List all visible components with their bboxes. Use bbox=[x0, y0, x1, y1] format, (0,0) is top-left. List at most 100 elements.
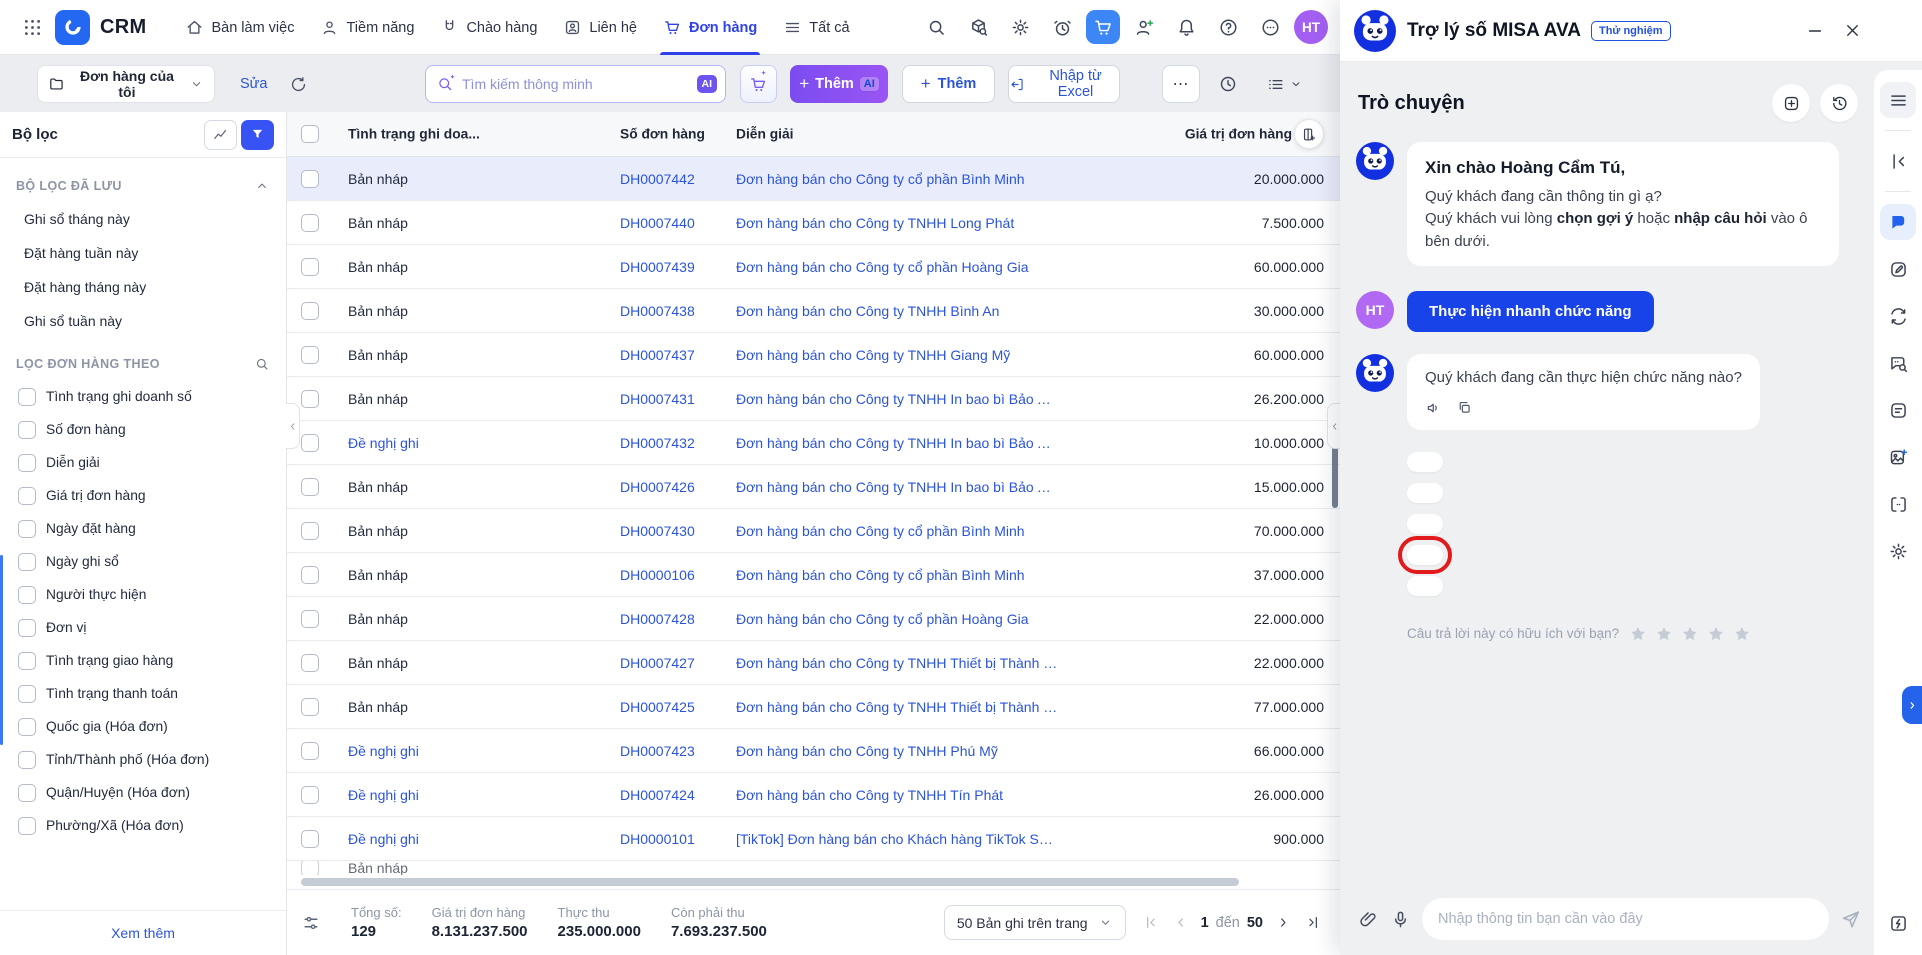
filter-checkbox[interactable] bbox=[18, 619, 36, 637]
rail-chat-search-button[interactable] bbox=[1880, 345, 1916, 381]
table-row[interactable]: Bản nháp DH0007427 Đơn hàng bán cho Công… bbox=[287, 641, 1340, 685]
rating-star[interactable] bbox=[1732, 624, 1752, 644]
add-user-icon[interactable] bbox=[1126, 9, 1162, 45]
rail-translate-button[interactable] bbox=[1880, 298, 1916, 334]
order-number-link[interactable]: DH0007437 bbox=[620, 347, 695, 363]
filter-option[interactable]: Quận/Huyện (Hóa đơn) bbox=[0, 776, 286, 809]
order-number-link[interactable]: DH0007432 bbox=[620, 435, 695, 451]
table-row[interactable]: Bản nháp DH0007439 Đơn hàng bán cho Công… bbox=[287, 245, 1340, 289]
filter-view-toggle[interactable] bbox=[241, 120, 274, 150]
order-number-link[interactable]: DH0000101 bbox=[620, 831, 695, 847]
chat-input-field[interactable] bbox=[1422, 898, 1829, 940]
add-button[interactable]: + Thêm bbox=[902, 65, 995, 103]
filter-option[interactable]: Quốc gia (Hóa đơn) bbox=[0, 710, 286, 743]
saved-filters-section[interactable]: BỘ LỌC ĐÃ LƯU bbox=[0, 168, 286, 202]
table-horizontal-scrollbar[interactable] bbox=[287, 875, 1340, 890]
order-number-link[interactable]: DH0007426 bbox=[620, 479, 695, 495]
order-description-link[interactable]: Đơn hàng bán cho Công ty TNHH Thiết bị T… bbox=[736, 655, 1060, 671]
rating-star[interactable] bbox=[1706, 624, 1726, 644]
order-number-link[interactable]: DH0007425 bbox=[620, 699, 695, 715]
table-row[interactable]: Đề nghị ghi DH0007432 Đơn hàng bán cho C… bbox=[287, 421, 1340, 465]
filter-option[interactable]: Tình trạng thanh toán bbox=[0, 677, 286, 710]
notifications-icon[interactable] bbox=[1168, 9, 1204, 45]
table-row[interactable]: Bản nháp DH0007442 Đơn hàng bán cho Công… bbox=[287, 157, 1340, 201]
row-checkbox[interactable] bbox=[301, 698, 319, 716]
filter-checkbox[interactable] bbox=[18, 454, 36, 472]
filter-option[interactable]: Người thực hiện bbox=[0, 578, 286, 611]
minimize-icon[interactable] bbox=[1805, 21, 1825, 41]
copy-icon[interactable] bbox=[1456, 399, 1473, 417]
order-number-link[interactable]: DH0007424 bbox=[620, 787, 695, 803]
column-description[interactable]: Diễn giải bbox=[736, 127, 794, 142]
order-description-link[interactable]: Đơn hàng bán cho Công ty TNHH Bình An bbox=[736, 303, 1060, 319]
chat-history-button[interactable] bbox=[1820, 84, 1858, 122]
misa-crm-logo[interactable] bbox=[55, 10, 90, 45]
table-row[interactable]: Bản nháp DH0007440 Đơn hàng bán cho Công… bbox=[287, 201, 1340, 245]
rail-notes-button[interactable] bbox=[1880, 392, 1916, 428]
rail-menu-button[interactable] bbox=[1880, 82, 1916, 118]
chat-input[interactable] bbox=[1438, 911, 1813, 927]
nav-item-home[interactable]: Bàn làm việc bbox=[172, 0, 307, 55]
row-checkbox[interactable] bbox=[301, 478, 319, 496]
product-lookup-icon[interactable] bbox=[960, 9, 996, 45]
order-description-link[interactable]: Đơn hàng bán cho Công ty TNHH Thiết bị T… bbox=[736, 699, 1060, 715]
order-description-link[interactable]: Đơn hàng bán cho Công ty TNHH Long Phát bbox=[736, 215, 1060, 231]
summary-settings-icon[interactable] bbox=[301, 913, 321, 933]
order-description-link[interactable]: Đơn hàng bán cho Công ty TNHH Phú Mỹ bbox=[736, 743, 1060, 759]
order-number-link[interactable]: DH0007439 bbox=[620, 259, 695, 275]
table-row[interactable]: Bản nháp DH0007428 Đơn hàng bán cho Công… bbox=[287, 597, 1340, 641]
rail-quick-form-button[interactable] bbox=[1880, 905, 1916, 941]
user-avatar[interactable]: HT bbox=[1294, 10, 1328, 44]
row-checkbox[interactable] bbox=[301, 434, 319, 452]
filter-option[interactable]: Phường/Xã (Hóa đơn) bbox=[0, 809, 286, 842]
filter-checkbox[interactable] bbox=[18, 553, 36, 571]
edit-view-link[interactable]: Sửa bbox=[240, 65, 267, 103]
scrollbar-thumb[interactable] bbox=[301, 878, 1239, 886]
filter-option[interactable]: Tỉnh/Thành phố (Hóa đơn) bbox=[0, 743, 286, 776]
recent-history-button[interactable] bbox=[1211, 65, 1245, 103]
reminder-icon[interactable] bbox=[1044, 9, 1080, 45]
attach-icon[interactable] bbox=[1358, 909, 1379, 930]
order-description-link[interactable]: Đơn hàng bán cho Công ty TNHH In bao bì … bbox=[736, 479, 1060, 495]
order-description-link[interactable]: Đơn hàng bán cho Công ty TNHH Tín Phát bbox=[736, 787, 1060, 803]
filter-option[interactable]: Đơn vị bbox=[0, 611, 286, 644]
filter-checkbox[interactable] bbox=[18, 718, 36, 736]
order-description-link[interactable]: Đơn hàng bán cho Công ty TNHH In bao bì … bbox=[736, 391, 1060, 407]
column-status[interactable]: Tình trạng ghi doa... bbox=[348, 127, 480, 142]
suggestion-chip[interactable] bbox=[1407, 576, 1443, 596]
order-number-link[interactable]: DH0007430 bbox=[620, 523, 695, 539]
nav-item-cart[interactable]: Đơn hàng bbox=[650, 0, 770, 55]
filter-option[interactable]: Tình trạng ghi doanh số bbox=[0, 380, 286, 413]
search-icon[interactable] bbox=[254, 356, 270, 372]
order-description-link[interactable]: Đơn hàng bán cho Công ty cổ phần Hoàng G… bbox=[736, 611, 1060, 627]
filter-option[interactable]: Diễn giải bbox=[0, 446, 286, 479]
row-checkbox[interactable] bbox=[301, 610, 319, 628]
row-checkbox[interactable] bbox=[301, 258, 319, 276]
settings-icon[interactable] bbox=[1002, 9, 1038, 45]
row-checkbox[interactable] bbox=[301, 214, 319, 232]
select-all-checkbox[interactable] bbox=[301, 125, 319, 143]
refresh-button[interactable] bbox=[281, 65, 315, 103]
suggestion-chip[interactable] bbox=[1407, 452, 1443, 472]
filter-checkbox[interactable] bbox=[18, 586, 36, 604]
order-description-link[interactable]: Đơn hàng bán cho Công ty cổ phần Bình Mi… bbox=[736, 523, 1060, 539]
row-checkbox[interactable] bbox=[301, 654, 319, 672]
row-checkbox[interactable] bbox=[301, 830, 319, 848]
filter-option[interactable]: Ngày đặt hàng bbox=[0, 512, 286, 545]
order-number-link[interactable]: DH0007431 bbox=[620, 391, 695, 407]
toolbar-more-button[interactable]: ⋯ bbox=[1162, 65, 1200, 103]
saved-filter-item[interactable]: Đặt hàng tuần này bbox=[0, 236, 286, 270]
rating-star[interactable] bbox=[1654, 624, 1674, 644]
row-checkbox[interactable] bbox=[301, 346, 319, 364]
add-column-button[interactable] bbox=[1294, 119, 1324, 149]
new-chat-button[interactable] bbox=[1772, 84, 1810, 122]
order-description-link[interactable]: Đơn hàng bán cho Công ty cổ phần Bình Mi… bbox=[736, 567, 1060, 583]
filter-option[interactable]: Số đơn hàng bbox=[0, 413, 286, 446]
cart-app-icon[interactable] bbox=[1086, 10, 1120, 44]
order-description-link[interactable]: Đơn hàng bán cho Công ty TNHH Giang Mỹ bbox=[736, 347, 1060, 363]
mic-icon[interactable] bbox=[1390, 909, 1411, 930]
nav-item-idcard[interactable]: Liên hệ bbox=[550, 0, 650, 55]
last-page-button[interactable] bbox=[1300, 910, 1326, 936]
order-description-link[interactable]: Đơn hàng bán cho Công ty TNHH In bao bì … bbox=[736, 435, 1060, 451]
row-checkbox[interactable] bbox=[301, 786, 319, 804]
